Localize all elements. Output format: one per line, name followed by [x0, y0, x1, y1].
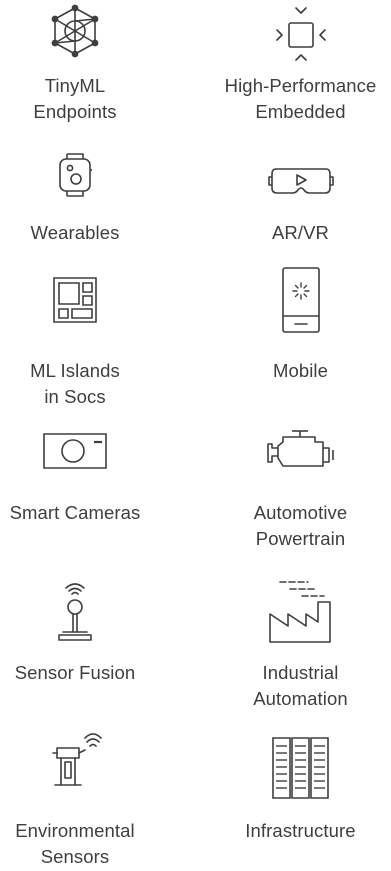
category-label: AR/VR	[271, 222, 330, 243]
category-industrial-automation: Industrial Automation	[210, 574, 391, 724]
vr-headset-icon	[268, 166, 334, 196]
category-label: Automotive Powertrain	[253, 502, 348, 549]
category-wearables: Wearables	[0, 140, 150, 250]
mobile-phone-icon	[281, 266, 321, 334]
category-ml-islands: ML Islands in Socs	[0, 262, 150, 412]
category-label: Smart Cameras	[9, 502, 141, 523]
category-label: ML Islands in Socs	[30, 360, 120, 407]
category-tinyml-endpoints: TinyML Endpoints	[0, 0, 150, 130]
camera-icon	[42, 430, 108, 470]
category-sensor-fusion: Sensor Fusion	[0, 574, 150, 694]
category-label: TinyML Endpoints	[33, 75, 117, 122]
factory-icon	[266, 578, 336, 644]
joystick-sensor-icon	[55, 580, 95, 644]
category-label: Environmental Sensors	[15, 820, 135, 867]
server-racks-icon	[271, 736, 331, 800]
category-label: Industrial Automation	[253, 662, 348, 709]
category-label: Sensor Fusion	[14, 662, 136, 683]
category-label: Infrastructure	[245, 820, 356, 841]
category-label: High-Performance Embedded	[224, 75, 377, 122]
soc-layout-icon	[52, 276, 98, 324]
engine-icon	[265, 428, 337, 472]
category-ar-vr: AR/VR	[210, 140, 391, 250]
category-environmental-sensors: Environmental Sensors	[0, 724, 150, 871]
smartwatch-icon	[57, 152, 93, 198]
category-mobile: Mobile	[210, 262, 391, 412]
category-automotive-powertrain: Automotive Powertrain	[210, 420, 391, 570]
category-label: Mobile	[272, 360, 329, 381]
expand-chip-icon	[274, 6, 328, 62]
category-smart-cameras: Smart Cameras	[0, 420, 150, 550]
category-infrastructure: Infrastructure	[210, 724, 391, 871]
category-label: Wearables	[30, 222, 120, 243]
network-node-icon	[50, 6, 100, 56]
category-high-performance-embedded: High-Performance Embedded	[210, 0, 391, 130]
weather-station-icon	[47, 728, 103, 790]
